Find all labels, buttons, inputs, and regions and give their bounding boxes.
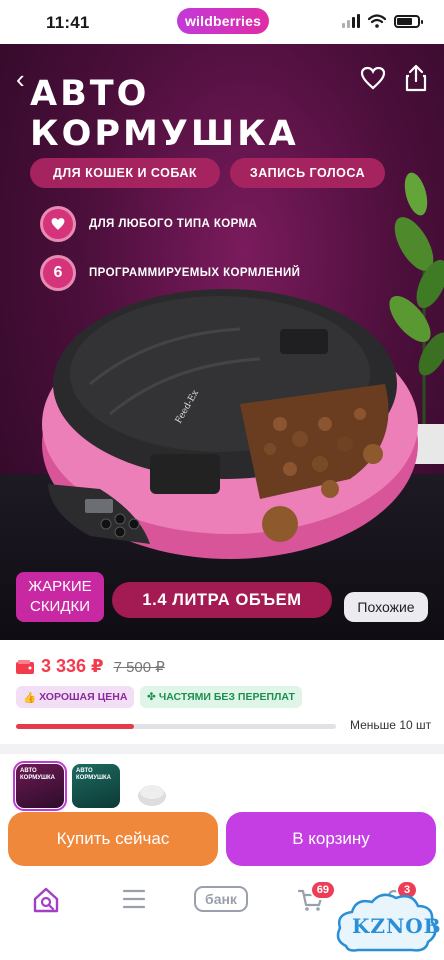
hero-tag-pets: ДЛЯ КОШЕК И СОБАК (30, 158, 220, 188)
battery-icon (394, 14, 423, 28)
hot-sale-badge: ЖАРКИЕ СКИДКИ (16, 572, 104, 622)
add-to-cart-button[interactable]: В корзину (226, 812, 436, 866)
favorite-heart-icon[interactable] (360, 66, 386, 90)
product-hero-image[interactable]: ‹ АВТО КОРМУШКА ДЛЯ КОШЕК И СОБАК ЗАПИСЬ… (0, 44, 444, 640)
status-bar: 11:41 wildberries (0, 0, 444, 44)
system-icons (342, 14, 423, 28)
wallet-icon (16, 659, 34, 674)
thumb-title-line2: КОРМУШКА (20, 775, 56, 781)
stock-level-fill (16, 724, 135, 729)
good-price-label: ХОРОШАЯ ЦЕНА (39, 691, 128, 703)
section-divider (0, 744, 444, 754)
plus-cross-icon: ✤ (147, 691, 156, 703)
old-price: 7 500 ₽ (113, 658, 165, 676)
catalog-menu-icon[interactable] (122, 889, 146, 909)
buy-now-button[interactable]: Купить сейчас (8, 812, 218, 866)
heart-icon (40, 206, 76, 242)
home-search-icon[interactable] (32, 886, 60, 914)
thumbnail-3[interactable] (128, 764, 176, 808)
cart-count-badge: 69 (309, 880, 336, 900)
volume-label: 1.4 ЛИТРА ОБЪЕМ (112, 582, 332, 618)
thumb-title-line1: АВТО (76, 768, 93, 774)
good-price-badge[interactable]: 👍 ХОРОШАЯ ЦЕНА (16, 686, 135, 708)
thumb-title-line2: КОРМУШКА (76, 775, 112, 781)
similar-button[interactable]: Похожие (344, 592, 428, 622)
thumbs-up-icon: 👍 (23, 691, 37, 704)
share-icon[interactable] (404, 64, 428, 92)
stock-text: Меньше 10 шт (350, 718, 432, 732)
product-thumbnails: АВТО КОРМУШКА АВТО КОРМУШКА (13, 761, 176, 811)
wifi-icon (368, 14, 386, 28)
thumbnail-2[interactable]: АВТО КОРМУШКА (72, 764, 120, 808)
hero-title-line2: КОРМУШКА (30, 114, 299, 154)
promo-line1: ЖАРКИЕ (28, 578, 92, 595)
thumbnail-1[interactable]: АВТО КОРМУШКА (13, 761, 67, 811)
hero-tag-voice: ЗАПИСЬ ГОЛОСА (230, 158, 385, 188)
price-row: 3 336 ₽ 7 500 ₽ (16, 656, 165, 677)
cart-tab[interactable]: 69 (297, 880, 336, 917)
feature-text: ДЛЯ ЛЮБОГО ТИПА КОРМА (89, 218, 258, 230)
bank-tab[interactable]: банк (194, 886, 248, 912)
stock-level-bar (16, 724, 336, 729)
thumb-title-line1: АВТО (20, 768, 37, 774)
installments-label: ЧАСТЯМИ БЕЗ ПЕРЕПЛАТ (158, 691, 295, 703)
signal-icon (342, 14, 360, 28)
brand-pill[interactable]: wildberries (177, 8, 269, 34)
installments-badge[interactable]: ✤ ЧАСТЯМИ БЕЗ ПЕРЕПЛАТ (140, 686, 302, 708)
current-price: 3 336 ₽ (41, 656, 104, 676)
status-time: 11:41 (46, 13, 90, 32)
watermark-text: KZNOB (352, 914, 442, 938)
hero-title-line1: АВТО (30, 74, 150, 114)
feature-any-food: ДЛЯ ЛЮБОГО ТИПА КОРМА (40, 206, 257, 242)
promo-line2: СКИДКИ (29, 598, 91, 615)
feeder-product-illustration: Feed-Ex (42, 289, 418, 559)
